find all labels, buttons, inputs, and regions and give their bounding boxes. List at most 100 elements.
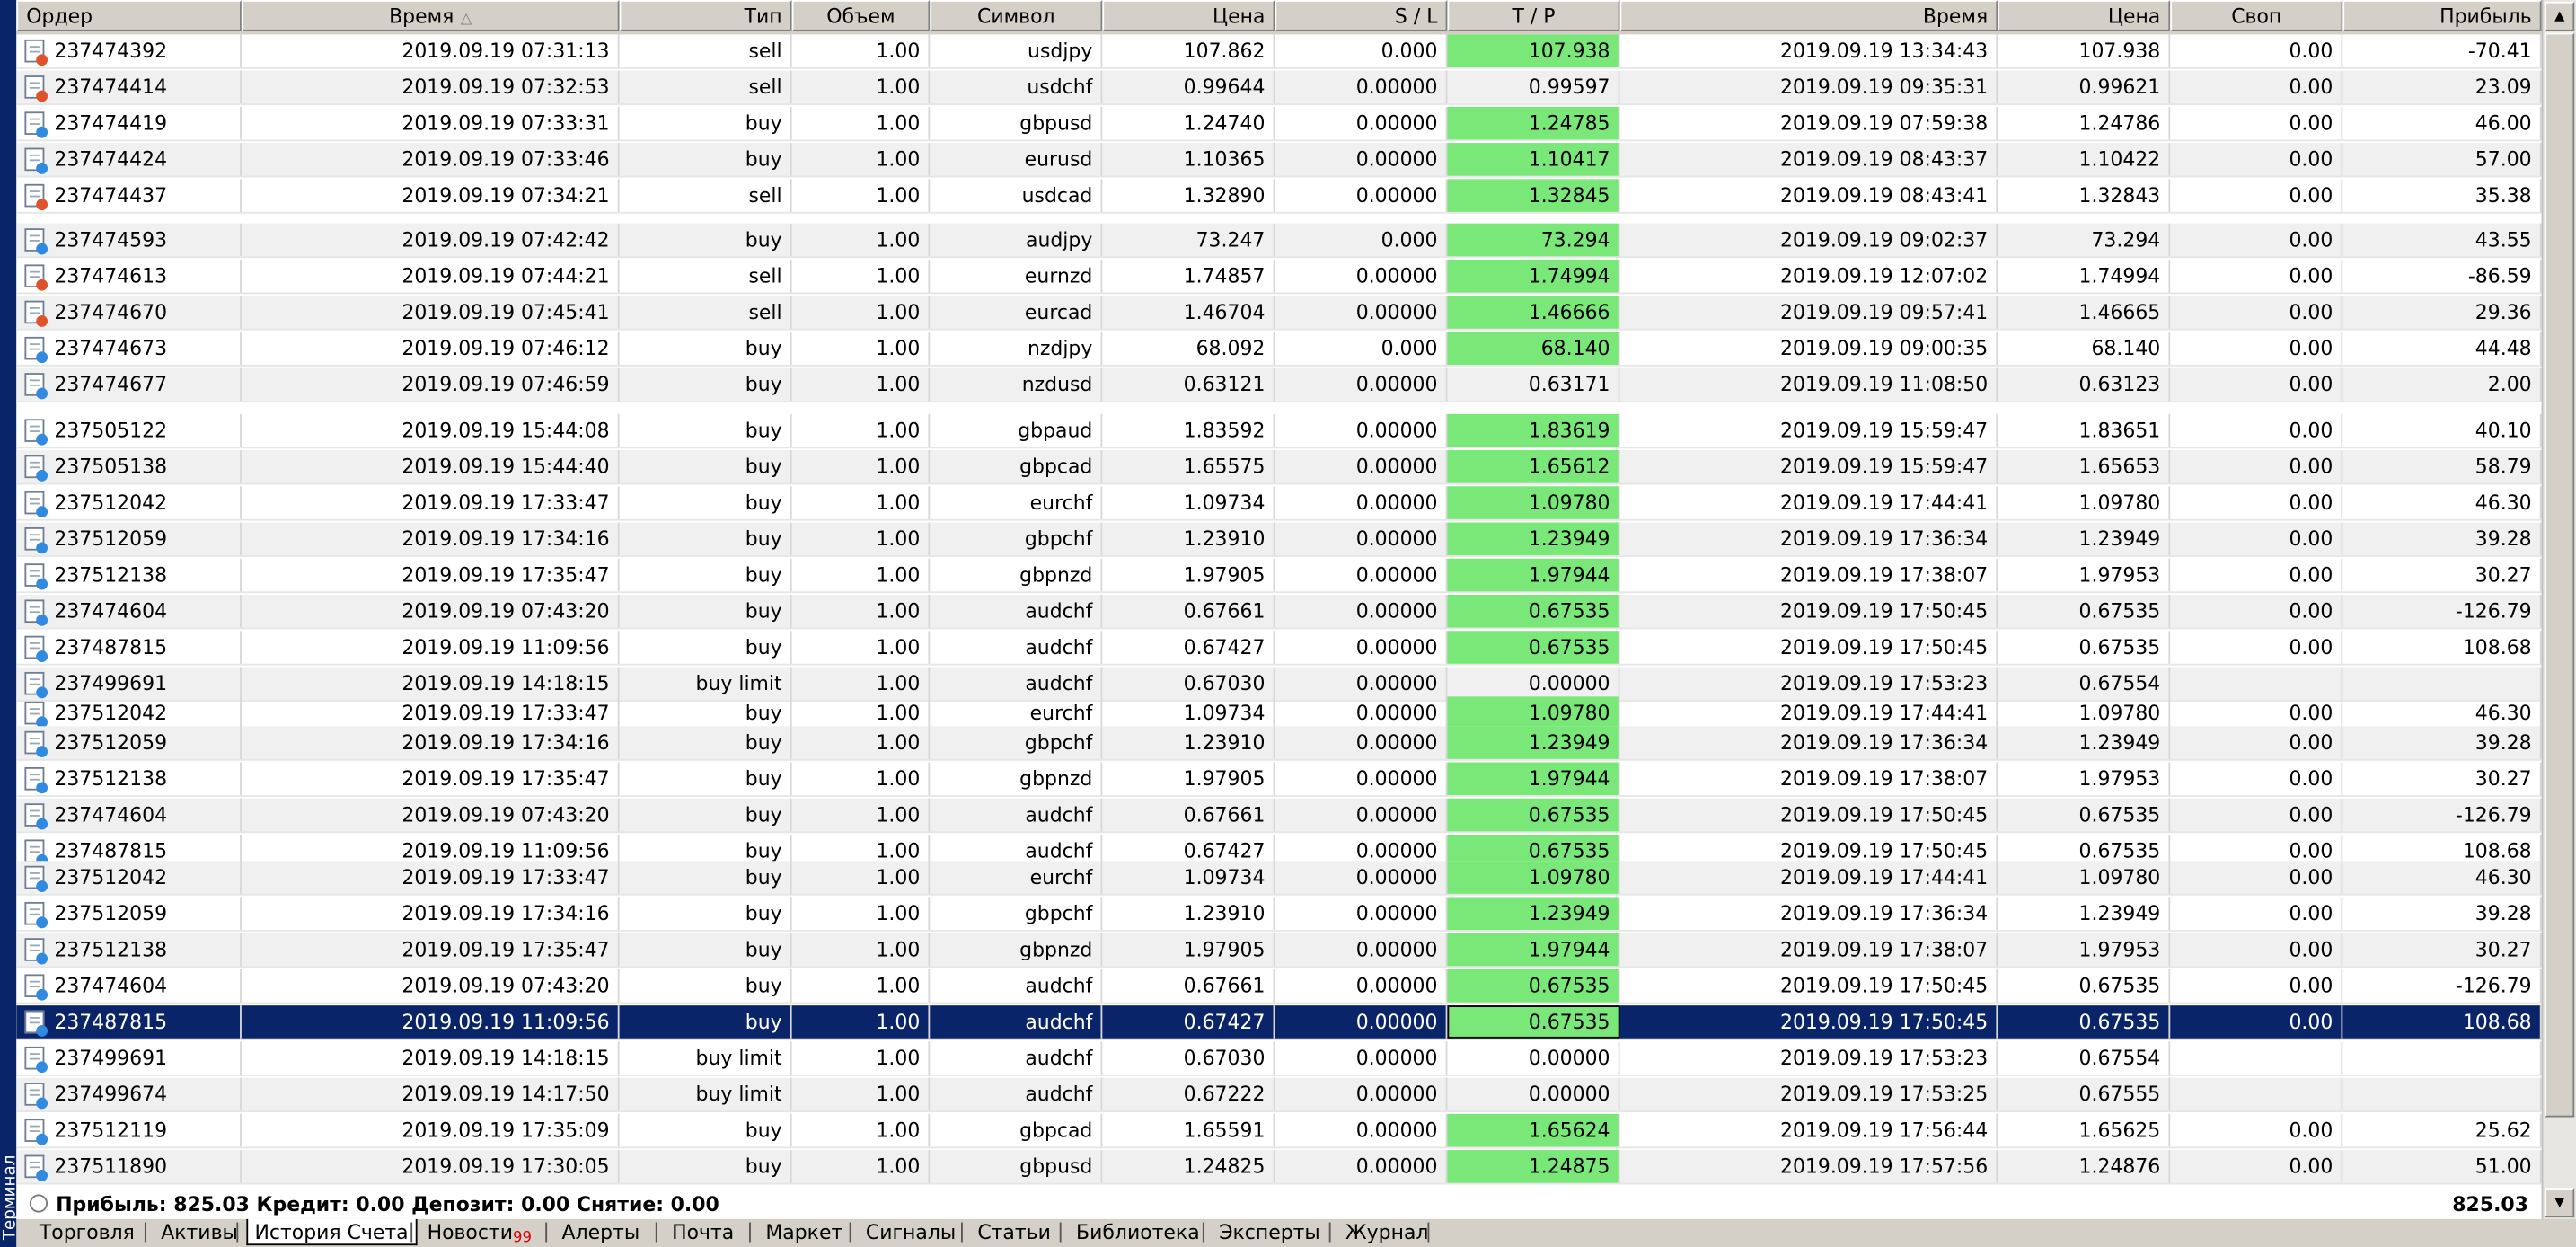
cell-swap: 0.00 xyxy=(2170,70,2343,104)
column-header-tp[interactable]: T / P xyxy=(1447,0,1620,31)
cell-symbol: usdcad xyxy=(930,179,1103,212)
cell-text: 1.83592 xyxy=(1183,419,1266,442)
cell-text: 2019.09.19 11:09:56 xyxy=(401,839,610,863)
cell-volume: 1.00 xyxy=(792,143,931,176)
table-row[interactable]: 237487815 2019.09.19 11:09:56 buy 1.00 audch… xyxy=(16,631,2542,666)
table-row[interactable]: 237474437 2019.09.19 07:34:21 sell 1.00 usdc… xyxy=(16,179,2542,214)
cell-open-time: 2019.09.19 11:09:56 xyxy=(242,1005,620,1039)
vertical-scrollbar[interactable]: ▲ ▼ xyxy=(2541,0,2576,1219)
table-row[interactable]: 237511890 2019.09.19 17:30:05 buy 1.00 gbpus… xyxy=(16,1150,2542,1185)
cell-price: 1.83592 xyxy=(1102,413,1275,447)
cell-close-price: 0.67535 xyxy=(1998,1005,2171,1039)
cell-text: 2019.09.19 07:43:20 xyxy=(401,974,610,998)
cell-text: 1.00 xyxy=(876,491,921,515)
arrow-down-icon[interactable]: ▼ xyxy=(2545,1188,2575,1218)
column-header-close-time[interactable]: Время xyxy=(1619,0,1998,31)
table-row[interactable]: 237474604 2019.09.19 07:43:20 buy 1.00 audch… xyxy=(16,798,2542,834)
table-row[interactable]: 237512119 2019.09.19 17:35:09 buy 1.00 gbpca… xyxy=(16,1113,2542,1149)
tab-2[interactable]: Активы xyxy=(154,1219,244,1245)
table-row[interactable]: 237512138 2019.09.19 17:35:47 buy 1.00 gbpnz… xyxy=(16,933,2542,968)
cell-volume: 1.00 xyxy=(792,413,931,447)
cell-text: 2019.09.19 09:57:41 xyxy=(1779,300,1989,324)
table-row[interactable]: 237512042 2019.09.19 17:33:47 buy 1.00 eurch… xyxy=(16,486,2542,521)
cell-text: 0.67535 xyxy=(1528,1010,1610,1034)
tab-8[interactable]: Сигналы xyxy=(860,1219,963,1245)
cell-text: nzdusd xyxy=(1021,373,1093,396)
cell-swap: 0.00 xyxy=(2170,332,2343,365)
column-header-sl[interactable]: S / L xyxy=(1275,0,1448,31)
cell-sl: 0.00000 xyxy=(1275,631,1448,664)
cell-text: buy xyxy=(745,336,782,360)
table-row[interactable]: 237474392 2019.09.19 07:31:13 sell 1.00 usdj… xyxy=(16,34,2542,69)
column-header-price[interactable]: Цена xyxy=(1102,0,1275,31)
table-row[interactable]: 237512042 2019.09.19 17:33:47 buy 1.00 eurch… xyxy=(16,861,2542,896)
cell-text: 46.30 xyxy=(2475,491,2532,515)
column-header-type[interactable]: Тип xyxy=(619,0,792,31)
cell-text: 2019.09.19 17:34:16 xyxy=(401,901,610,925)
column-header-volume[interactable]: Объем xyxy=(791,0,931,31)
cell-sl: 0.00000 xyxy=(1275,897,1448,931)
tab-12[interactable]: Журнал xyxy=(1339,1219,1435,1245)
table-row[interactable]: 237505138 2019.09.19 15:44:40 buy 1.00 gbpca… xyxy=(16,450,2542,485)
cell-close-price: 1.23949 xyxy=(1998,522,2171,556)
tab-6[interactable]: Почта xyxy=(666,1219,741,1245)
tab-5[interactable]: Алерты xyxy=(555,1219,646,1245)
cell-order: 237474677 xyxy=(16,367,242,402)
column-header-close-price[interactable]: Цена xyxy=(1998,0,2171,31)
column-header-swap[interactable]: Своп xyxy=(2170,0,2343,31)
cell-text: 0.00000 xyxy=(1355,455,1438,479)
column-header-profit[interactable]: Прибыль xyxy=(2342,0,2542,31)
table-row[interactable]: 237474673 2019.09.19 07:46:12 buy 1.00 nzdjp… xyxy=(16,332,2542,367)
table-row[interactable]: 237512059 2019.09.19 17:34:16 buy 1.00 gbpch… xyxy=(16,726,2542,761)
table-row[interactable]: 237474593 2019.09.19 07:42:42 buy 1.00 audjp… xyxy=(16,223,2542,259)
cell-text: -126.79 xyxy=(2455,599,2532,624)
table-row[interactable]: 237512138 2019.09.19 17:35:47 buy 1.00 gbpnz… xyxy=(16,762,2542,797)
arrow-up-icon[interactable]: ▲ xyxy=(2545,1,2575,31)
cell-text: 1.23949 xyxy=(2078,730,2161,755)
tab-9[interactable]: Статьи xyxy=(971,1219,1057,1245)
table-row[interactable]: 237499691 2019.09.19 14:18:15 buy limit 1.0… xyxy=(16,1041,2542,1076)
buy-indicator-icon xyxy=(36,951,49,964)
cell-text: usdcad xyxy=(1021,183,1093,208)
tab-4[interactable]: Новости99 xyxy=(420,1219,538,1247)
table-row[interactable]: 237499674 2019.09.19 14:17:50 buy limit 1.0… xyxy=(16,1077,2542,1113)
table-row[interactable]: 237474604 2019.09.19 07:43:20 buy 1.00 audch… xyxy=(16,968,2542,1004)
cell-text: 46.30 xyxy=(2475,865,2532,889)
cell-text: 0.00 xyxy=(2289,147,2333,172)
cell-text: 2019.09.19 17:36:34 xyxy=(1779,901,1989,925)
table-row[interactable]: 237474613 2019.09.19 07:44:21 sell 1.00 eurn… xyxy=(16,259,2542,295)
cell-type: buy limit xyxy=(620,1041,792,1075)
column-header-label: Прибыль xyxy=(2439,4,2532,29)
tab-7[interactable]: Маркет xyxy=(759,1219,850,1245)
cell-swap: 0.00 xyxy=(2170,968,2343,1003)
cell-tp: 0.67535 xyxy=(1447,631,1620,664)
column-header-order[interactable]: Ордер xyxy=(16,0,242,31)
cell-text: 2019.09.19 17:35:47 xyxy=(401,938,610,961)
table-row[interactable]: 237487815 2019.09.19 11:09:56 buy 1.00 audch… xyxy=(16,1005,2542,1040)
table-row[interactable]: 237505122 2019.09.19 15:44:08 buy 1.00 gbpau… xyxy=(16,413,2542,449)
cell-text: 0.00 xyxy=(2289,264,2333,288)
table-row[interactable]: 237474414 2019.09.19 07:32:53 sell 1.00 usdc… xyxy=(16,70,2542,106)
table-row[interactable]: 237474677 2019.09.19 07:46:59 buy 1.00 nzdus… xyxy=(16,367,2542,403)
table-row[interactable]: 237474604 2019.09.19 07:43:20 buy 1.00 audch… xyxy=(16,594,2542,630)
buy-indicator-icon xyxy=(36,1096,49,1109)
tab-11[interactable]: Эксперты xyxy=(1213,1219,1327,1245)
cell-text: sell xyxy=(748,75,782,99)
table-row[interactable]: 237512138 2019.09.19 17:35:47 buy 1.00 gbpnz… xyxy=(16,558,2542,594)
cell-swap: 0.00 xyxy=(2170,861,2343,894)
cell-price: 0.67661 xyxy=(1102,594,1275,628)
cell-text: 0.67030 xyxy=(1183,671,1266,695)
tab-1[interactable]: Торговля xyxy=(33,1219,142,1245)
table-row[interactable]: 237512059 2019.09.19 17:34:16 buy 1.00 gbpch… xyxy=(16,522,2542,557)
table-row[interactable]: 237474424 2019.09.19 07:33:46 buy 1.00 eurus… xyxy=(16,143,2542,178)
scrollbar-thumb[interactable] xyxy=(2545,32,2575,1118)
tab-10[interactable]: Библиотека xyxy=(1070,1219,1206,1245)
cell-text: 0.00 xyxy=(2289,228,2333,252)
column-header-open-time[interactable]: Время △ xyxy=(241,0,620,31)
table-row[interactable]: 237512059 2019.09.19 17:34:16 buy 1.00 gbpch… xyxy=(16,897,2542,932)
cell-text: 1.23949 xyxy=(1528,730,1610,755)
table-row[interactable]: 237474670 2019.09.19 07:45:41 sell 1.00 eurc… xyxy=(16,296,2542,331)
column-header-symbol[interactable]: Символ xyxy=(930,0,1103,31)
table-row[interactable]: 237474419 2019.09.19 07:33:31 buy 1.00 gbpus… xyxy=(16,106,2542,142)
tab-3[interactable]: История Счета xyxy=(246,1218,417,1246)
